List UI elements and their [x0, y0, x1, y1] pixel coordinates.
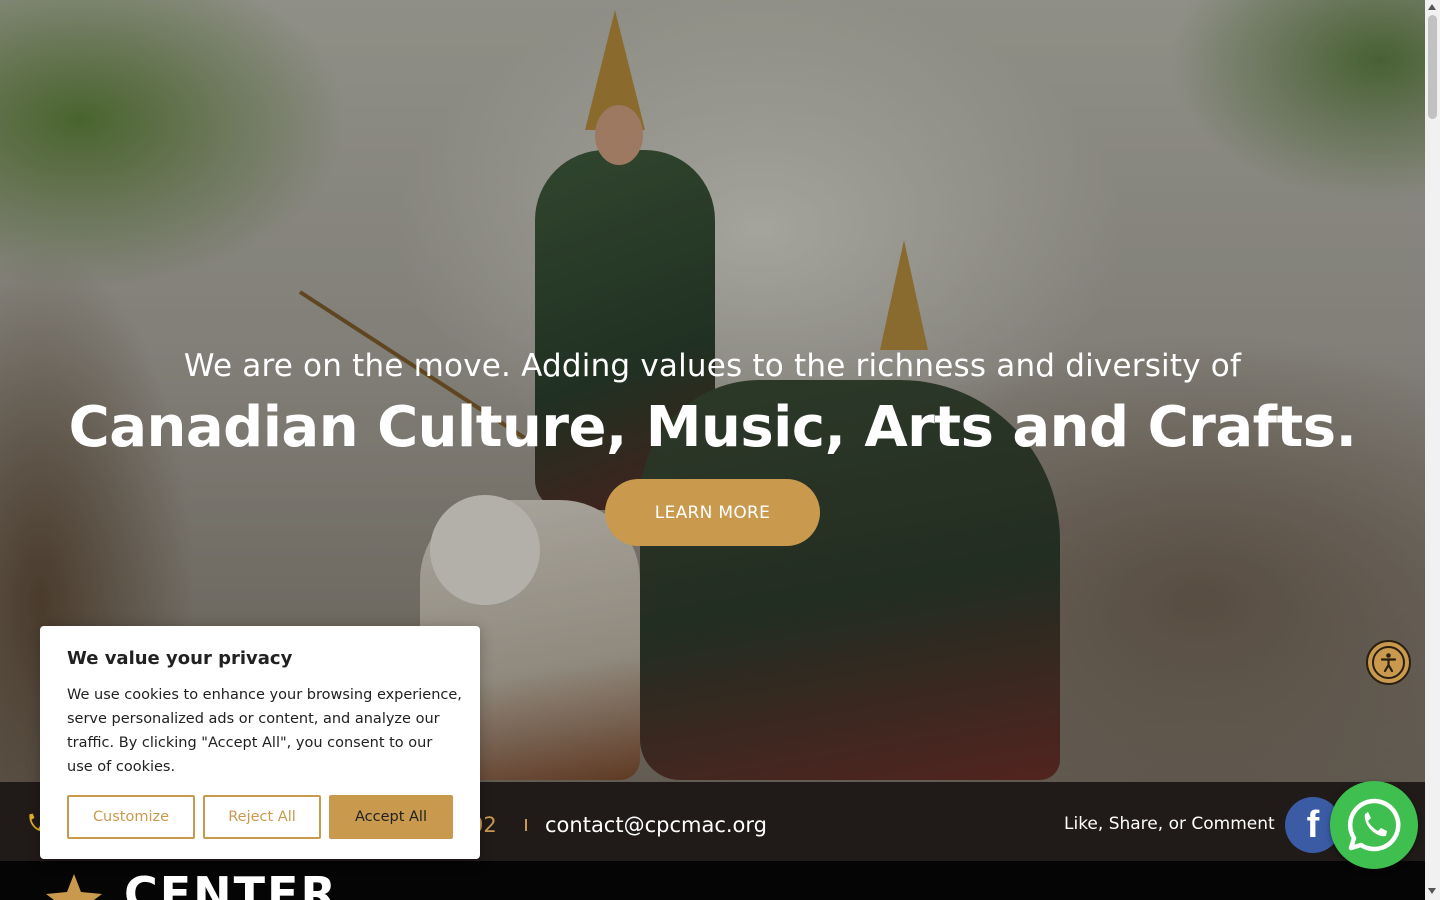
customize-button[interactable]: Customize — [67, 795, 195, 839]
brand-name[interactable]: CENTER — [124, 866, 338, 900]
page-scrollbar[interactable] — [1425, 0, 1440, 900]
social-prompt: Like, Share, or Comment — [1064, 814, 1275, 834]
accessibility-icon[interactable] — [1366, 640, 1411, 685]
scrollbar-thumb[interactable] — [1428, 15, 1437, 119]
hero-subtitle: We are on the move. Adding values to the… — [183, 348, 1242, 384]
reject-all-button[interactable]: Reject All — [203, 795, 321, 839]
hero-title: Canadian Culture, Music, Arts and Crafts… — [68, 395, 1357, 460]
whatsapp-icon[interactable] — [1330, 781, 1418, 869]
cookie-consent-banner: We value your privacy We use cookies to … — [40, 626, 480, 859]
accept-all-button[interactable]: Accept All — [329, 795, 453, 839]
cookie-description: We use cookies to enhance your browsing … — [67, 687, 462, 775]
contact-separator — [525, 819, 527, 831]
accessibility-icon-ring — [1372, 646, 1405, 679]
accessibility-figure-icon — [1380, 653, 1397, 673]
cookie-title: We value your privacy — [67, 648, 293, 669]
whatsapp-glyph-icon — [1347, 798, 1401, 852]
star-logo-icon[interactable] — [46, 874, 102, 900]
learn-more-button[interactable]: LEARN MORE — [605, 479, 820, 546]
scroll-up-arrow-icon[interactable] — [1428, 4, 1436, 10]
facebook-glyph: f — [1306, 803, 1320, 846]
contact-email[interactable]: contact@cpcmac.org — [545, 810, 767, 840]
hero-text: We are on the move. Adding values to the… — [0, 345, 1425, 461]
scroll-down-arrow-icon[interactable] — [1428, 888, 1436, 894]
